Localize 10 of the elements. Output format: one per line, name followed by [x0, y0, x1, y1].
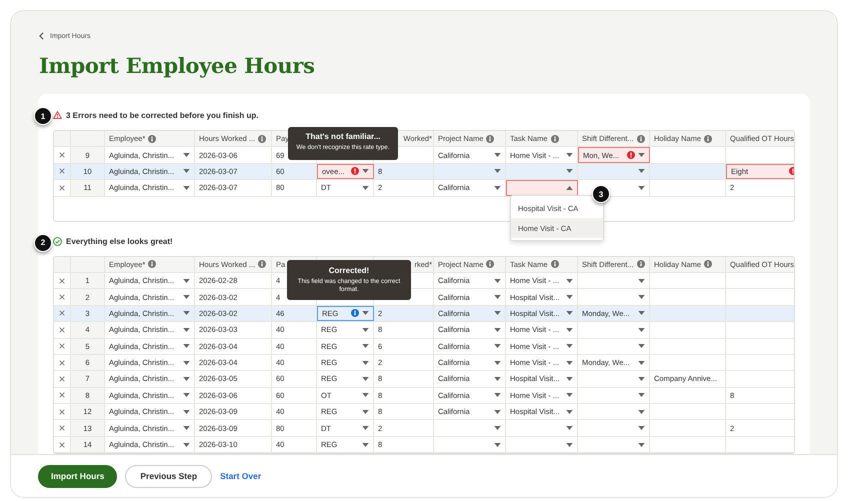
- tooltip-title: Corrected!: [328, 266, 370, 275]
- previous-button[interactable]: Previous Step: [125, 464, 212, 488]
- status-message: 3 Errors need to be corrected before you finish up.: [66, 110, 258, 120]
- step-badge: 1: [34, 107, 52, 125]
- start-over-link[interactable]: Start Over: [220, 471, 262, 481]
- tooltip-title: That's not familiar...: [304, 132, 382, 141]
- import-button[interactable]: Import Hours: [38, 464, 118, 488]
- page-title: Import Employee Hours: [39, 53, 316, 78]
- step-badge: 2: [34, 234, 52, 252]
- status-message: Everything else looks great!: [66, 237, 173, 246]
